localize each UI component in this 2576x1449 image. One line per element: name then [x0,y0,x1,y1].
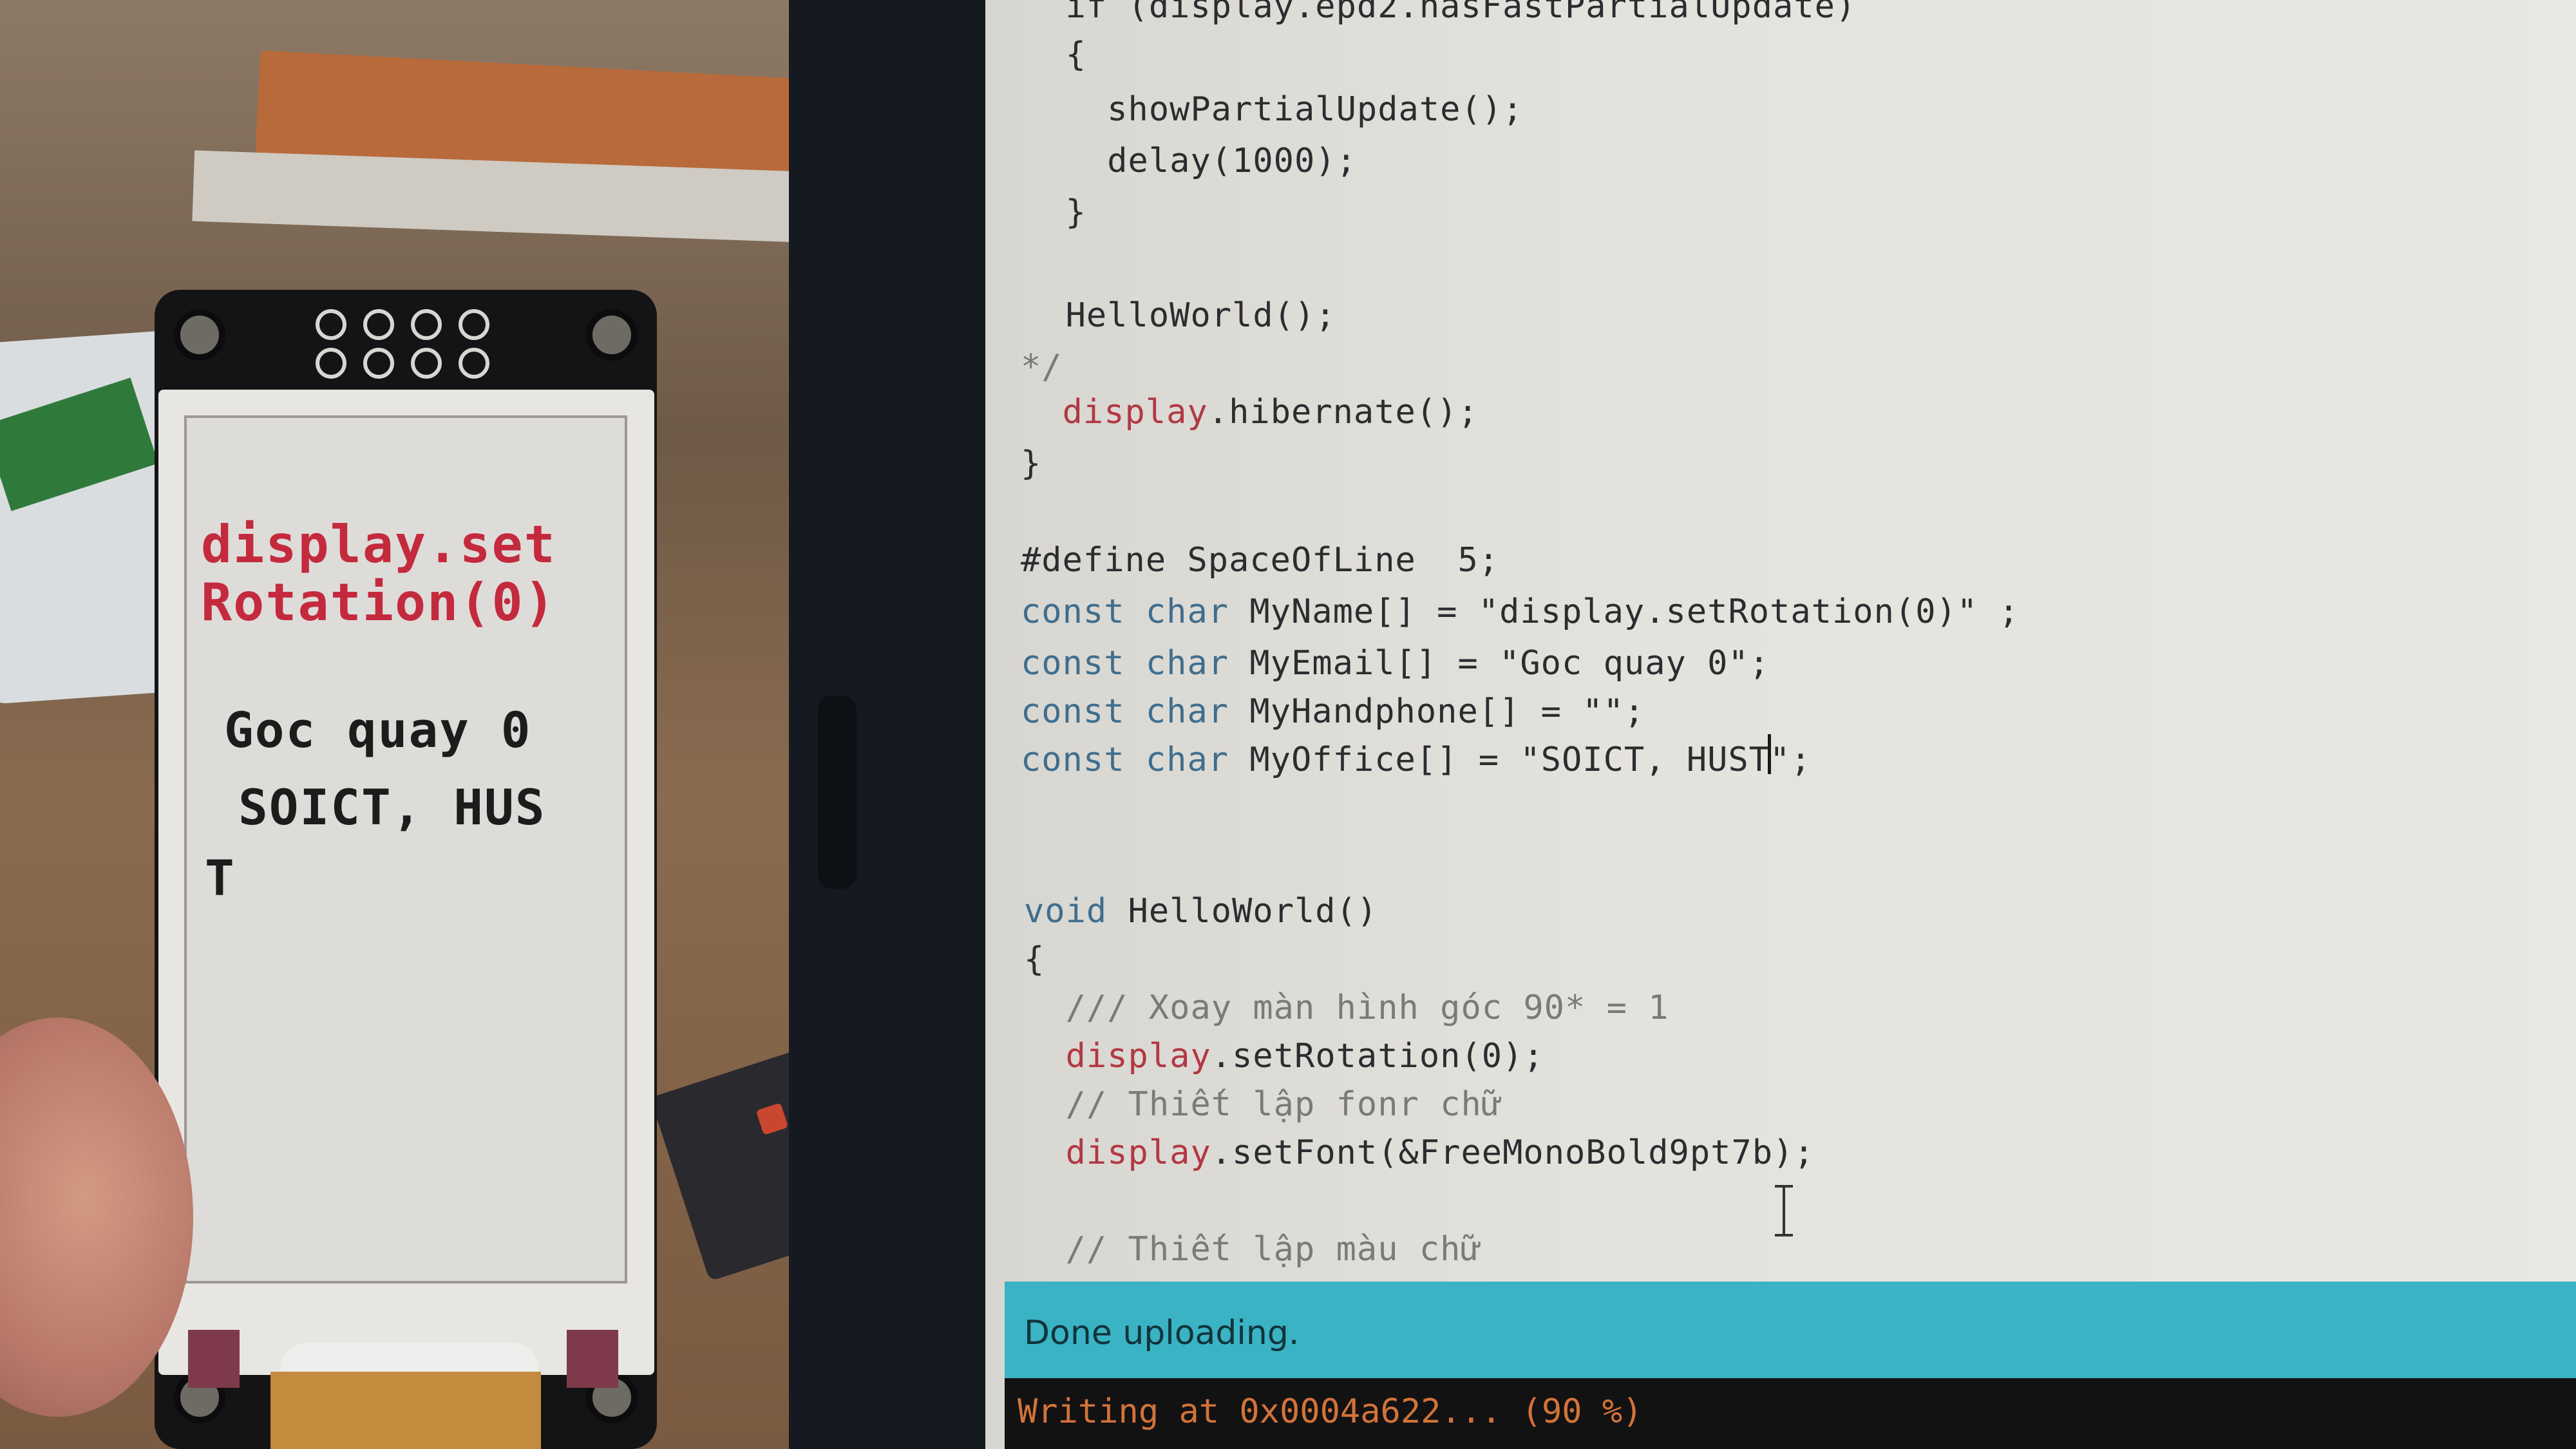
code-line: const char MyHandphone[] = ""; [1021,692,1645,731]
code-keyword: void [1024,892,1108,931]
code-keyword: const char [1021,592,1229,631]
code-line: } [1021,444,1041,483]
code-line: HelloWorld(); [1024,296,1336,335]
epaper-office-line-1: SOICT, HUS [238,779,546,836]
epaper-active-area: display.set Rotation(0) Goc quay 0 SOICT… [184,415,627,1283]
code-line: /// Xoay màn hình góc 90* = 1 [1024,989,1669,1027]
code-line: void HelloWorld() [1024,892,1378,931]
code-comment: // Thiết lập fonr chữ [1024,1085,1503,1124]
pin [316,309,346,340]
code-text: { [1024,940,1045,979]
code-line: // Thiết lập fonr chữ [1024,1085,1502,1124]
code-text: delay(1000); [1024,142,1357,180]
code-line: display.setRotation(0); [1024,1037,1544,1075]
code-line: { [1024,35,1086,74]
code-text: } [1021,444,1042,483]
code-text: MyOffice[] = "SOICT, HUST"; [1229,741,1812,779]
header-pins-top [316,309,489,340]
code-text: MyName[] = "display.setRotation(0)" ; [1229,592,2020,631]
code-keyword: const char [1021,692,1229,731]
header-pins-bottom [316,348,489,379]
code-text: .hibernate(); [1208,393,1479,431]
flex-cable [270,1372,541,1449]
code-keyword: const char [1021,741,1229,779]
console-output: Writing at 0x0004a622... (90 %) [1005,1378,2576,1449]
panel-corner-marker [567,1330,618,1388]
status-message: Done uploading. [1024,1314,1300,1352]
code-line: const char MyOffice[] = "SOICT, HUST"; [1021,741,1812,779]
code-comment: /// Xoay màn hình góc 90* = 1 [1024,989,1669,1027]
epaper-panel: display.set Rotation(0) Goc quay 0 SOICT… [158,390,654,1449]
ibeam-cursor-icon [1771,1185,1797,1236]
code-line: display.setFont(&FreeMonoBold9pt7b); [1024,1133,1815,1172]
monitor-button [818,696,857,889]
code-text: showPartialUpdate(); [1024,90,1524,129]
code-line: showPartialUpdate(); [1024,90,1523,129]
code-text: if (display.epd2.hasFastPartialUpdate) [1024,0,1857,26]
pin [459,348,489,379]
pin [411,309,442,340]
text-caret [1768,734,1771,774]
code-line: } [1024,193,1086,232]
photo-scene: display.set Rotation(0) Goc quay 0 SOICT… [0,0,2576,1449]
code-comment: */ [1021,348,1063,386]
code-object: display [1065,1037,1211,1075]
code-line: delay(1000); [1024,142,1357,180]
epaper-name-line-1: display.set [201,515,556,574]
code-text: .setFont(&FreeMonoBold9pt7b); [1211,1133,1815,1172]
code-line: const char MyName[] = "display.setRotati… [1021,592,2020,631]
pin [411,348,442,379]
mount-hole [586,309,638,361]
pin [363,309,394,340]
pin [316,348,346,379]
code-editor[interactable]: if (display.epd2.hasFastPartialUpdate) {… [985,0,2576,1282]
status-bar: Done uploading. [1005,1282,2576,1378]
code-text: .setRotation(0); [1211,1037,1544,1075]
pin [363,348,394,379]
code-line: // Thiết lập màu chữ [1024,1230,1482,1269]
epaper-module: display.set Rotation(0) Goc quay 0 SOICT… [155,290,657,1449]
code-keyword: const char [1021,644,1229,683]
code-line: */ [1021,348,1063,386]
console-line: Writing at 0x0004a622... (90 %) [1018,1392,1643,1431]
panel-corner-marker [188,1330,240,1388]
code-line: const char MyEmail[] = "Goc quay 0"; [1021,644,1770,683]
code-comment: // Thiết lập màu chữ [1024,1230,1482,1269]
code-line: display.hibernate(); [1021,393,1479,431]
code-text: HelloWorld() [1107,892,1378,931]
code-text: #define SpaceOfLine 5; [1021,541,1500,580]
epaper-email-line: Goc quay 0 [224,701,532,759]
epaper-office-line-2: T [205,849,236,907]
pin [459,309,489,340]
code-line: { [1024,940,1045,979]
code-line: if (display.epd2.hasFastPartialUpdate) [1024,0,1856,26]
code-object: display [1065,1133,1211,1172]
epaper-name-line-2: Rotation(0) [201,573,556,632]
code-text: MyHandphone[] = ""; [1229,692,1645,731]
code-text: { [1024,35,1086,74]
code-text: HelloWorld(); [1024,296,1336,335]
code-text: MyEmail[] = "Goc quay 0"; [1229,644,1770,683]
code-line: #define SpaceOfLine 5; [1021,541,1499,580]
code-text: } [1024,193,1086,232]
mount-hole [174,309,225,361]
code-object: display [1062,393,1208,431]
monitor-screen: if (display.epd2.hasFastPartialUpdate) {… [985,0,2576,1449]
